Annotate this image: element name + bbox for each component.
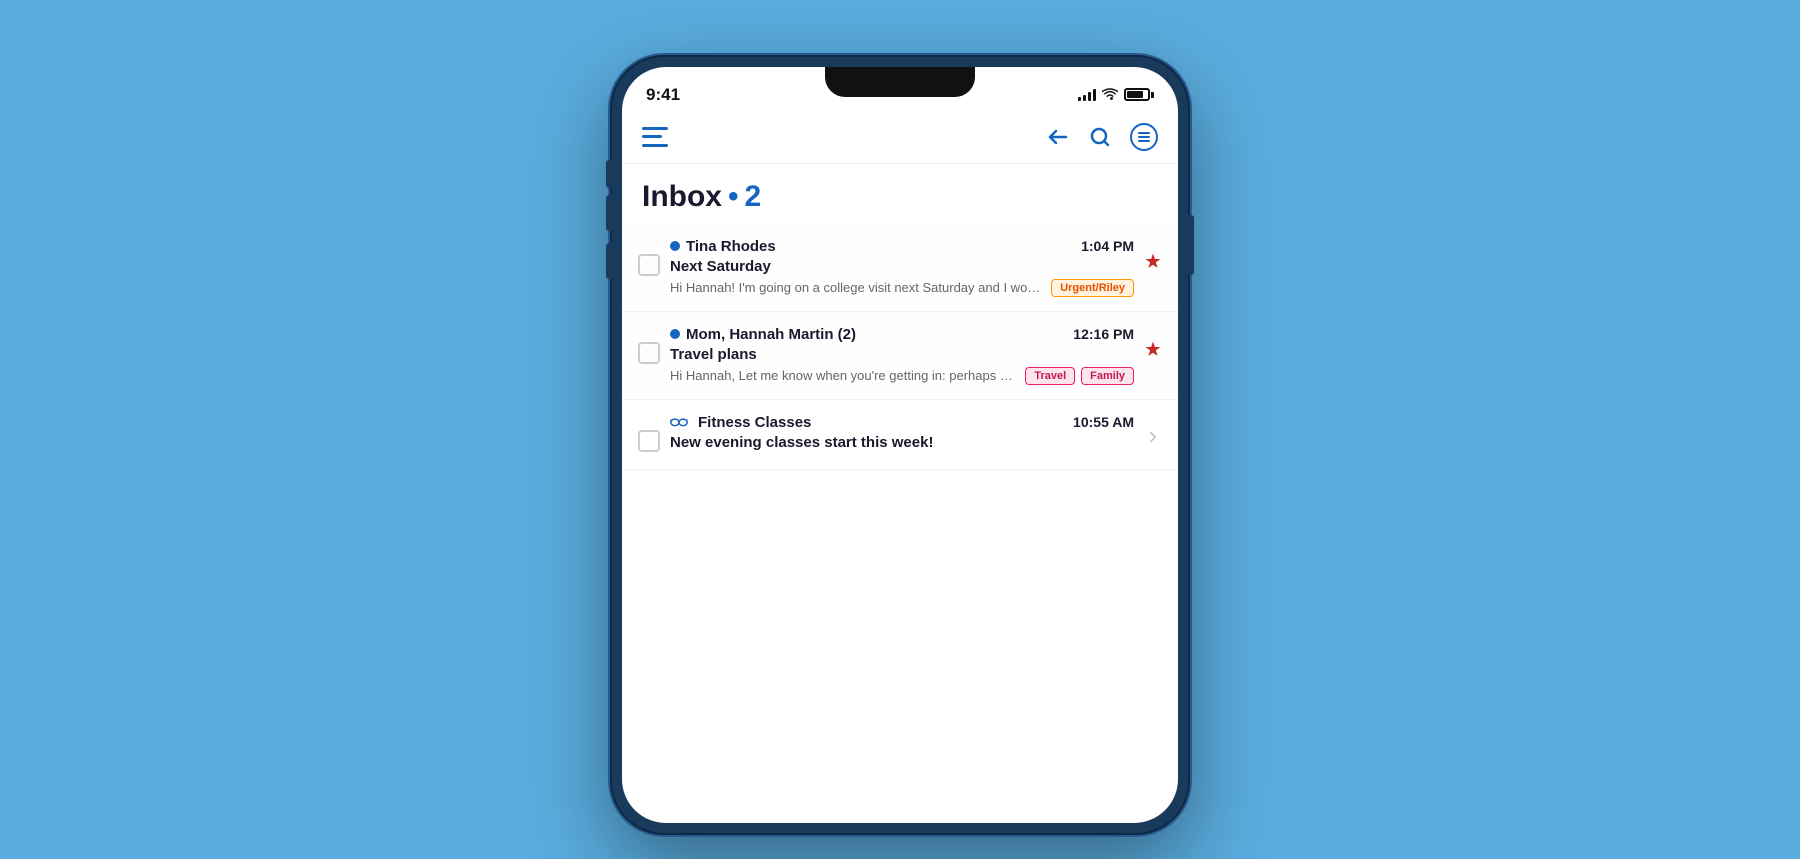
signal-icon [1078, 88, 1096, 101]
app-header [622, 115, 1178, 164]
email-header-row: Mom, Hannah Martin (2) 12:16 PM [670, 326, 1134, 343]
tag-urgent-riley: Urgent/Riley [1051, 279, 1134, 297]
volume-up-button [606, 195, 612, 231]
inbox-count: 2 [745, 180, 762, 214]
email-header-row: Fitness Classes 10:55 AM [670, 414, 1134, 431]
status-time: 9:41 [646, 85, 680, 105]
pin-icon [1144, 340, 1162, 363]
sender-row: Fitness Classes [670, 414, 811, 431]
email-preview: Hi Hannah! I'm going on a college visit … [670, 280, 1045, 295]
email-time: 12:16 PM [1073, 326, 1134, 342]
inbox-dot: • [728, 180, 739, 214]
email-preview-row: Hi Hannah, Let me know when you're getti… [670, 367, 1134, 385]
inbox-title-row: Inbox • 2 [622, 164, 1178, 224]
email-preview-row: Hi Hannah! I'm going on a college visit … [670, 279, 1134, 297]
phone-frame: 9:41 [610, 55, 1190, 835]
forward-icon [1144, 428, 1162, 451]
sender-name: Fitness Classes [698, 414, 811, 431]
email-preview: Hi Hannah, Let me know when you're getti… [670, 368, 1019, 383]
email-list: Tina Rhodes 1:04 PM Next Saturday Hi Han… [622, 224, 1178, 470]
header-left [642, 127, 668, 147]
tag-family: Family [1081, 367, 1134, 385]
volume-down-button [606, 243, 612, 279]
email-checkbox[interactable] [638, 254, 660, 276]
email-subject: Next Saturday [670, 258, 1134, 275]
pin-icon [1144, 252, 1162, 275]
header-right [1046, 123, 1158, 151]
back-icon[interactable] [1046, 125, 1070, 149]
email-checkbox[interactable] [638, 342, 660, 364]
email-checkbox[interactable] [638, 430, 660, 452]
phone-screen: 9:41 [622, 67, 1178, 823]
email-item[interactable]: Mom, Hannah Martin (2) 12:16 PM Travel p… [622, 312, 1178, 400]
unread-dot [670, 329, 680, 339]
sender-row: Mom, Hannah Martin (2) [670, 326, 856, 343]
inbox-title: Inbox [642, 180, 722, 214]
email-content: Tina Rhodes 1:04 PM Next Saturday Hi Han… [670, 238, 1134, 297]
menu-icon[interactable] [642, 127, 668, 147]
silent-switch [606, 160, 612, 188]
email-time: 1:04 PM [1081, 238, 1134, 254]
sender-name: Mom, Hannah Martin (2) [686, 326, 856, 343]
tag-travel: Travel [1025, 367, 1075, 385]
glasses-icon [670, 417, 688, 427]
email-content: Mom, Hannah Martin (2) 12:16 PM Travel p… [670, 326, 1134, 385]
battery-icon [1124, 88, 1154, 101]
email-content: Fitness Classes 10:55 AM New evening cla… [670, 414, 1134, 455]
power-button [1188, 215, 1194, 275]
notch [825, 67, 975, 97]
email-subject: New evening classes start this week! [670, 434, 1134, 451]
sender-name: Tina Rhodes [686, 238, 776, 255]
email-item[interactable]: Tina Rhodes 1:04 PM Next Saturday Hi Han… [622, 224, 1178, 312]
search-icon[interactable] [1088, 125, 1112, 149]
sender-row: Tina Rhodes [670, 238, 776, 255]
email-subject: Travel plans [670, 346, 1134, 363]
email-time: 10:55 AM [1073, 414, 1134, 430]
wifi-icon [1102, 88, 1118, 101]
unread-dot [670, 241, 680, 251]
email-item[interactable]: Fitness Classes 10:55 AM New evening cla… [622, 400, 1178, 470]
filter-icon[interactable] [1130, 123, 1158, 151]
email-header-row: Tina Rhodes 1:04 PM [670, 238, 1134, 255]
status-icons [1078, 88, 1154, 101]
